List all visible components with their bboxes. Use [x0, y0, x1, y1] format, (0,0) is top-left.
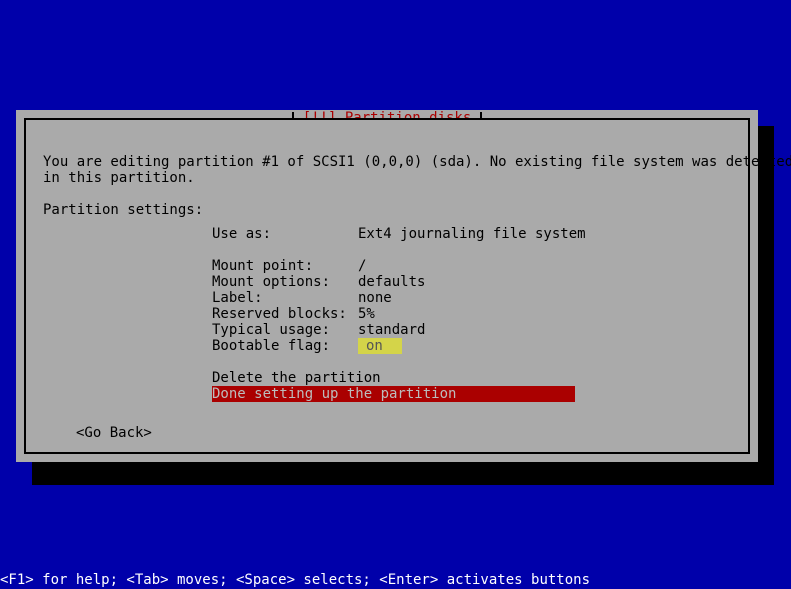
- partition-actions-list: Delete the partitionDone setting up the …: [212, 370, 575, 402]
- action-row[interactable]: Delete the partition: [212, 370, 575, 386]
- setting-label: Mount options:: [212, 274, 358, 290]
- setting-label: Reserved blocks:: [212, 306, 358, 322]
- setting-value: Ext4 journaling file system: [358, 226, 586, 242]
- setting-value: 5%: [358, 306, 375, 322]
- action-row-selected[interactable]: Done setting up the partition: [212, 386, 575, 402]
- status-bar-help-text: <F1> for help; <Tab> moves; <Space> sele…: [0, 572, 791, 589]
- intro-text-line-1: You are editing partition #1 of SCSI1 (0…: [43, 154, 791, 170]
- setting-row[interactable]: Bootable flag:on: [212, 338, 586, 354]
- setting-label: Use as:: [212, 226, 358, 242]
- setting-label: Typical usage:: [212, 322, 358, 338]
- setting-value: defaults: [358, 274, 425, 290]
- partition-settings-list: Use as:Ext4 journaling file systemMount …: [212, 226, 586, 354]
- partition-disks-dialog: [!!] Partition disks You are editing par…: [16, 110, 758, 462]
- setting-label: Mount point:: [212, 258, 358, 274]
- setting-row[interactable]: Reserved blocks:5%: [212, 306, 586, 322]
- setting-value: on: [358, 338, 402, 354]
- setting-row[interactable]: Mount point:/: [212, 258, 586, 274]
- setting-row[interactable]: Label:none: [212, 290, 586, 306]
- setting-value: /: [358, 258, 366, 274]
- setting-value: none: [358, 290, 392, 306]
- setting-row[interactable]: Mount options:defaults: [212, 274, 586, 290]
- setting-value: standard: [358, 322, 425, 338]
- dialog-content-box: You are editing partition #1 of SCSI1 (0…: [24, 118, 750, 454]
- settings-heading: Partition settings:: [43, 202, 203, 218]
- setting-label: Label:: [212, 290, 358, 306]
- setting-row[interactable]: Typical usage:standard: [212, 322, 586, 338]
- setting-row[interactable]: Use as:Ext4 journaling file system: [212, 226, 586, 242]
- go-back-button[interactable]: <Go Back>: [76, 425, 152, 441]
- setting-label: Bootable flag:: [212, 338, 358, 354]
- intro-text-line-2: in this partition.: [43, 170, 195, 186]
